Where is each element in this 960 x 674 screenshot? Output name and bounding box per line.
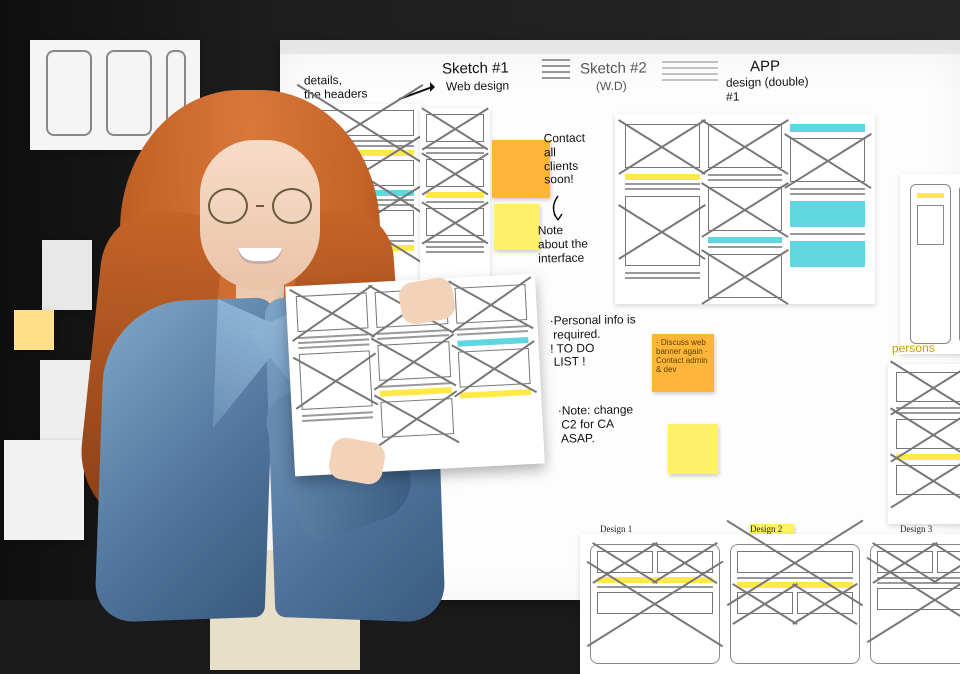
arrow-down-1 <box>548 194 568 224</box>
sheet-wireframe-large <box>615 114 875 304</box>
scene-root: details, the headers Sketch #1 Web desig… <box>0 0 960 600</box>
hatch-deco-1 <box>540 58 574 92</box>
person-smile <box>238 248 282 264</box>
label-sketch2-title: Sketch #2 <box>580 59 647 77</box>
sheet-mid-right <box>888 364 960 524</box>
label-app-title: APP <box>750 58 780 76</box>
label-sketch2-sub: (W.D) <box>596 80 627 94</box>
sticky-orange-2: · Discuss web banner again · Contact adm… <box>652 334 714 392</box>
person-face <box>200 140 320 290</box>
glasses-icon <box>208 188 312 224</box>
label-design-1: Design 1 <box>600 524 632 534</box>
note-todo-list: ·Personal info is required. ! TO DO LIST… <box>550 313 637 370</box>
tag-persons: persons <box>892 342 935 357</box>
sticky-yellow-2 <box>668 424 718 474</box>
sticky-orange-1 <box>492 140 550 198</box>
sheet-bottom-designs <box>580 534 960 674</box>
wall-sticky-yellow <box>14 310 54 350</box>
label-design-3: Design 3 <box>900 524 932 534</box>
label-design-2: Design 2 <box>750 524 782 534</box>
hatch-deco-2 <box>660 58 720 88</box>
note-about-interface: Note about the interface <box>538 224 589 266</box>
label-sketch1-title: Sketch #1 <box>442 59 509 77</box>
label-app-sub: design (double) #1 <box>726 75 809 104</box>
note-change-c2: ·Note: change C2 for CA ASAP. <box>558 403 634 446</box>
note-contact-clients: Contact all clients soon! <box>544 132 586 188</box>
sheet-phone-trio <box>900 174 960 354</box>
sticky-yellow-1 <box>494 204 540 250</box>
